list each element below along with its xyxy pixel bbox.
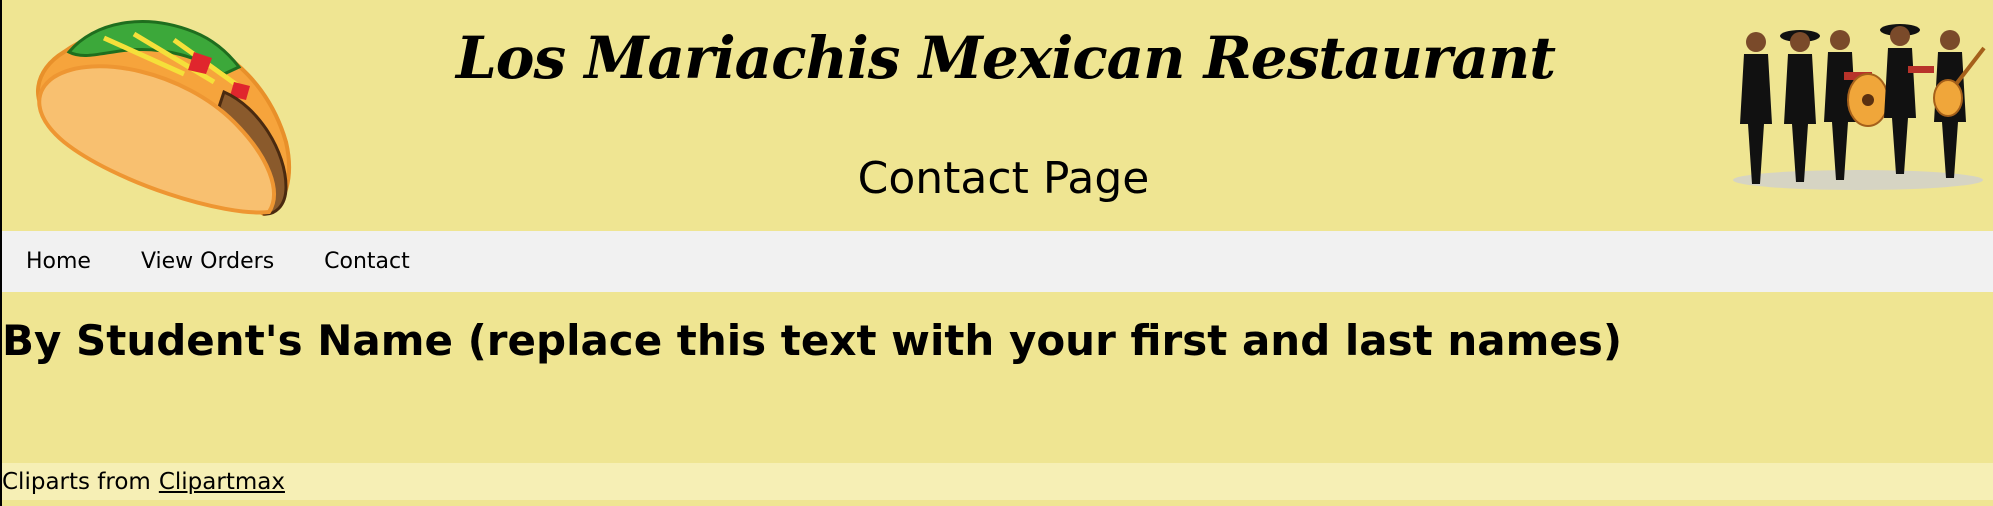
- page-title: Contact Page: [857, 153, 1150, 204]
- page-footer: Cliparts from Clipartmax: [2, 463, 1993, 500]
- nav-item-contact[interactable]: Contact: [324, 249, 410, 274]
- page-header: Los Mariachis Mexican Restaurant Contact…: [2, 0, 1993, 231]
- clipartmax-link[interactable]: Clipartmax: [159, 469, 285, 495]
- main-content: By Student's Name (replace this text wit…: [2, 292, 1993, 364]
- footer-credit-text: Cliparts from: [2, 468, 151, 495]
- mariachi-band-icon: [1733, 24, 1986, 190]
- student-byline: By Student's Name (replace this text wit…: [2, 316, 1623, 365]
- site-title: Los Mariachis Mexican Restaurant: [456, 24, 1556, 92]
- nav-item-home[interactable]: Home: [26, 249, 91, 274]
- nav-item-view-orders[interactable]: View Orders: [141, 249, 274, 274]
- page: Los Mariachis Mexican Restaurant Contact…: [0, 0, 1993, 506]
- main-nav: Home View Orders Contact: [2, 231, 1993, 292]
